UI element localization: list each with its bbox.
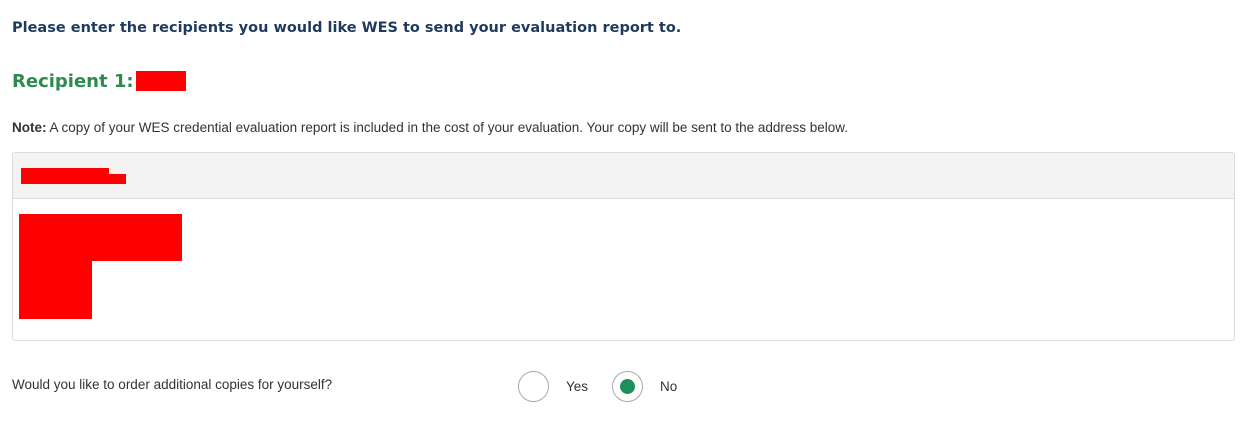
recipients-form: Please enter the recipients you would li… (12, 0, 1236, 424)
radio-selected-dot (620, 378, 635, 394)
address-card-body (13, 199, 1234, 340)
address-card-header (13, 153, 1234, 199)
redacted-recipient-title-underline (21, 174, 126, 184)
note-text: A copy of your WES credential evaluation… (46, 120, 848, 135)
radio-label-yes[interactable]: Yes (566, 379, 588, 394)
note-label: Note: (12, 120, 47, 135)
radio-option-yes[interactable]: Yes (518, 370, 588, 402)
redacted-address-block-lower (19, 259, 92, 319)
radio-button-yes[interactable] (518, 370, 549, 402)
radio-button-no[interactable] (612, 370, 643, 402)
recipient-heading: Recipient 1: (12, 68, 186, 94)
note: Note: A copy of your WES credential eval… (12, 120, 848, 135)
radio-label-no[interactable]: No (660, 379, 677, 394)
address-card (12, 152, 1235, 341)
radio-option-no[interactable]: No (612, 370, 677, 402)
additional-copies-question: Would you like to order additional copie… (12, 377, 333, 392)
intro-text: Please enter the recipients you would li… (12, 20, 682, 36)
redacted-recipient-name (135, 71, 186, 91)
redacted-address-block (19, 214, 182, 261)
additional-copies-row: Would you like to order additional copie… (12, 370, 1236, 402)
recipient-heading-label: Recipient 1: (12, 70, 134, 92)
